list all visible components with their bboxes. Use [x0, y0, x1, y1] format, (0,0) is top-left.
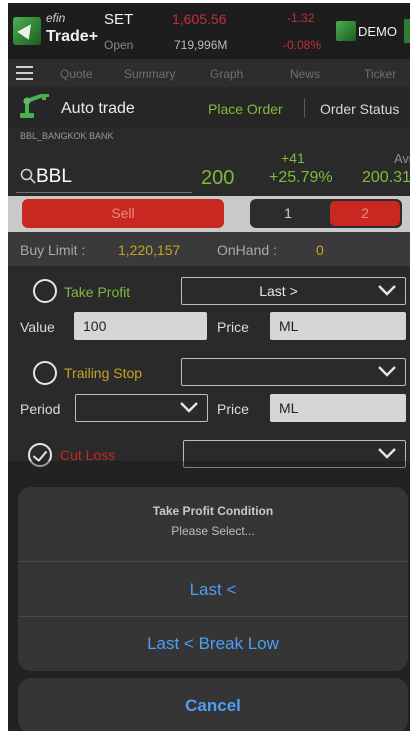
logo-trade-text: Trade+	[46, 28, 98, 46]
trailing-stop-label: Trailing Stop	[64, 365, 143, 381]
action-sheet-message: Please Select...	[171, 524, 255, 538]
onhand-value: 0	[316, 242, 324, 258]
take-profit-value-input[interactable]: 100	[74, 312, 207, 340]
action-sheet-title: Take Profit Condition	[152, 504, 274, 518]
chevron-down-icon	[378, 366, 396, 377]
avg-price: 200.31	[362, 169, 410, 186]
symbol-input-underline	[16, 192, 192, 193]
trailing-stop-period-label: Period	[20, 401, 61, 417]
trailing-stop-price-label: Price	[217, 401, 249, 417]
tab-graph[interactable]: Graph	[210, 67, 243, 81]
app-frame: efin Trade+ SET Open 1,605.56 719,996M -…	[8, 3, 410, 731]
symbol-fullname: BBL_BANGKOK BANK	[20, 131, 114, 141]
trailing-stop-radio[interactable]	[33, 361, 57, 385]
market-name: SET	[104, 11, 134, 28]
action-sheet: Take Profit Condition Please Select... L…	[18, 487, 408, 671]
robot-arm-icon	[20, 93, 49, 118]
market-index: 1,605.56	[172, 11, 227, 27]
tab-ticker[interactable]: Ticker	[364, 67, 396, 81]
autotrade-title: Auto trade	[61, 100, 135, 117]
market-status: Open	[104, 38, 134, 52]
search-icon	[20, 168, 36, 184]
demo-edge-indicator	[404, 19, 410, 43]
buy-limit-value: 1,220,157	[118, 242, 181, 258]
efin-logo-icon	[13, 17, 41, 45]
take-profit-label: Take Profit	[64, 284, 131, 300]
tab-news[interactable]: News	[290, 67, 320, 81]
sell-button[interactable]: Sell	[22, 199, 224, 228]
take-profit-price-label: Price	[217, 319, 249, 335]
logo-trade-word: Trade	[46, 28, 89, 45]
segment-option-1[interactable]: 1	[250, 199, 326, 228]
chevron-down-icon	[378, 448, 396, 459]
price-change-pct: +25.79%	[269, 169, 333, 186]
market-volume: 719,996M	[174, 38, 228, 52]
action-option-last-less-break-low[interactable]: Last < Break Low	[18, 617, 408, 671]
action-sheet-divider	[18, 561, 408, 562]
chevron-down-icon	[378, 285, 396, 296]
trailing-stop-condition-dropdown[interactable]	[181, 358, 406, 386]
demo-label[interactable]: DEMO	[358, 24, 397, 39]
account-segment-control: 1 2	[250, 199, 402, 228]
take-profit-condition-dropdown[interactable]: Last >	[181, 277, 406, 305]
take-profit-value-label: Value	[20, 319, 55, 335]
take-profit-price-input[interactable]: ML	[270, 312, 406, 340]
action-option-last-less[interactable]: Last <	[18, 563, 408, 617]
logo-efin-text: efin	[46, 11, 66, 25]
hamburger-menu-icon[interactable]	[16, 66, 33, 80]
take-profit-condition-value: Last >	[259, 283, 298, 299]
last-price: 200	[201, 167, 235, 189]
tab-quote[interactable]: Quote	[60, 67, 93, 81]
demo-logo-icon[interactable]	[336, 21, 356, 41]
segment-option-2[interactable]: 2	[330, 201, 400, 226]
symbol-search-input[interactable]: BBL	[36, 166, 72, 188]
market-change: -1.32	[287, 11, 315, 25]
market-change-pct: -0.08%	[283, 38, 322, 52]
autotrade-bar: Auto trade Place Order Order Status	[8, 87, 410, 127]
side-selector-bar: Sell 1 2	[8, 196, 410, 232]
order-status-link[interactable]: Order Status	[320, 101, 399, 117]
buy-limit-label: Buy Limit :	[20, 242, 86, 258]
cancel-button[interactable]: Cancel	[18, 678, 408, 731]
logo-plus: +	[88, 28, 99, 45]
tab-summary[interactable]: Summary	[124, 67, 175, 81]
take-profit-radio[interactable]	[33, 279, 57, 303]
price-change: +41	[281, 150, 305, 166]
avg-label: Avg	[394, 151, 410, 166]
trailing-stop-period-dropdown[interactable]	[75, 394, 208, 422]
autotrade-divider	[304, 98, 305, 118]
place-order-link[interactable]: Place Order	[208, 101, 283, 117]
onhand-label: OnHand :	[217, 242, 277, 258]
tab-bar: Quote Summary Graph News Ticker	[8, 59, 410, 87]
trailing-stop-price-input[interactable]: ML	[270, 394, 406, 422]
limit-row: Buy Limit : 1,220,157 OnHand : 0	[8, 232, 410, 266]
chevron-down-icon	[180, 402, 198, 413]
market-header: efin Trade+ SET Open 1,605.56 719,996M -…	[8, 3, 410, 59]
